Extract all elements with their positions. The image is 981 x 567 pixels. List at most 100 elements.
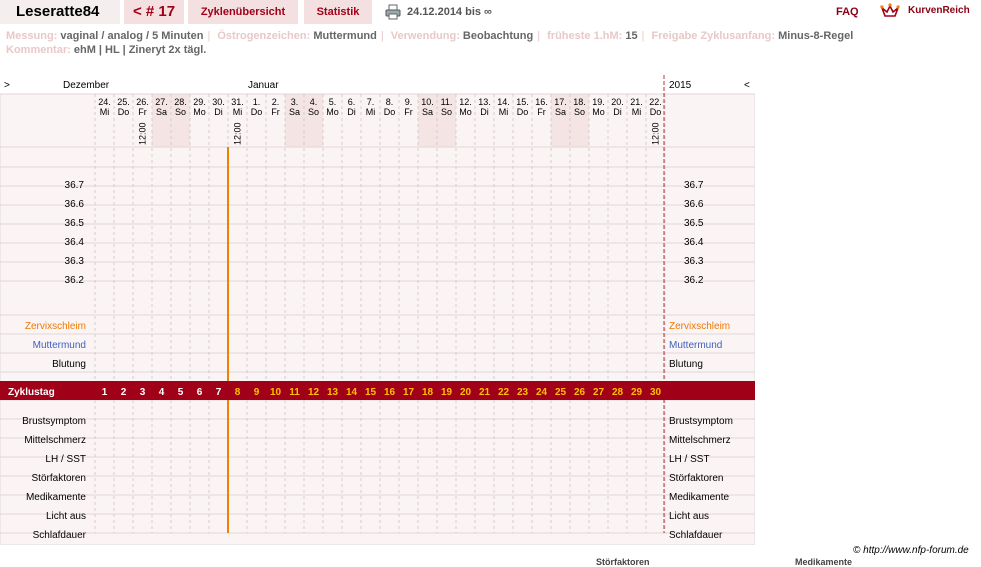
bottom-row-label: Brustsymptom (669, 416, 733, 427)
cycle-day-number: 10 (270, 387, 282, 398)
weekday-label: Fr (138, 107, 147, 117)
cut-label: Medikamente (795, 557, 853, 567)
cycle-day-number: 30 (650, 387, 662, 398)
day-number: 18. (573, 97, 586, 107)
brand-name[interactable]: KurvenReich (908, 0, 970, 23)
cycle-day-number: 2 (121, 387, 127, 398)
day-number: 26. (136, 97, 149, 107)
weekday-label: So (308, 107, 319, 117)
month-bar (0, 75, 755, 94)
day-number: 13. (478, 97, 491, 107)
sign-label: Blutung (669, 359, 703, 370)
temp-label: 36.7 (684, 180, 704, 191)
year-label: 2015 (669, 80, 692, 91)
day-number: 29. (193, 97, 206, 107)
bottom-row-label: LH / SST (45, 454, 86, 465)
day-number: 5. (329, 97, 337, 107)
time-label: 12:00 (138, 122, 148, 145)
cycle-day-number: 14 (346, 387, 358, 398)
cycle-day-number: 27 (593, 387, 605, 398)
day-number: 20. (611, 97, 624, 107)
day-number: 19. (592, 97, 605, 107)
weekday-label: Mo (592, 107, 605, 117)
temp-label: 36.3 (684, 256, 704, 267)
meta-label: früheste 1.hM: (547, 30, 623, 42)
month-label: Dezember (63, 80, 110, 91)
cycle-day-number: 15 (365, 387, 377, 398)
username[interactable]: Leseratte84 (0, 0, 120, 24)
cycle-day-number: 17 (403, 387, 415, 398)
bottom-row-label: Brustsymptom (22, 416, 86, 427)
cycle-day-number: 29 (631, 387, 643, 398)
day-number: 14. (497, 97, 510, 107)
day-number: 16. (535, 97, 548, 107)
weekday-label: Do (384, 107, 396, 117)
bottom-row-label: Mittelschmerz (24, 435, 86, 446)
bottom-row-label: Störfaktoren (669, 473, 723, 484)
cycle-day-number: 6 (197, 387, 203, 398)
printer-icon[interactable] (385, 4, 401, 20)
day-number: 3. (291, 97, 299, 107)
cycle-day-number: 21 (479, 387, 491, 398)
meta-label: Freigabe Zyklusanfang: (651, 30, 776, 42)
meta-value: Muttermund (313, 30, 377, 42)
cycle-nav-button[interactable]: < # 17 (124, 0, 184, 24)
meta-row-2: Kommentar: ehM | HL | Zineryt 2x tägl. (6, 44, 206, 56)
meta-value: Beobachtung (462, 30, 534, 42)
bottom-row-label: Licht aus (669, 511, 709, 522)
bottom-row-label: Schlafdauer (33, 530, 87, 541)
nav-cycles-overview[interactable]: Zyklenübersicht (188, 0, 298, 24)
day-number: 6. (348, 97, 356, 107)
chart-bg (0, 75, 755, 545)
weekday-label: Di (214, 107, 223, 117)
temp-label: 36.2 (65, 275, 85, 286)
cycle-day-number: 26 (574, 387, 586, 398)
time-label: 12:00 (233, 122, 243, 145)
cycle-day-number: 7 (216, 387, 222, 398)
cycle-day-label: Zyklustag (8, 387, 55, 398)
weekday-label: So (441, 107, 452, 117)
weekday-label: Sa (289, 107, 300, 117)
nav-next: < (744, 80, 750, 91)
sign-label: Muttermund (33, 340, 86, 351)
day-number: 28. (174, 97, 187, 107)
top-bar: Leseratte84 < # 17 Zyklenübersicht Stati… (0, 0, 981, 26)
weekday-label: Di (613, 107, 622, 117)
cycle-day-number: 8 (235, 387, 241, 398)
temp-label: 36.7 (65, 180, 85, 191)
nav-prev: > (4, 80, 10, 91)
cycle-day-number: 4 (159, 387, 165, 398)
weekday-label: Do (118, 107, 130, 117)
cycle-day-number: 3 (140, 387, 146, 398)
cycle-chart: > Dezember Januar 2015 <24.Mi25.Do26.Fr12:00… (0, 75, 755, 545)
faq-link[interactable]: FAQ (836, 0, 859, 24)
temp-label: 36.6 (65, 199, 85, 210)
day-number: 22. (649, 97, 662, 107)
day-number: 30. (212, 97, 225, 107)
bottom-row-label: Medikamente (669, 492, 729, 503)
weekday-label: Do (517, 107, 529, 117)
sign-label: Blutung (52, 359, 86, 370)
bottom-row-label: Störfaktoren (32, 473, 86, 484)
nav-statistics[interactable]: Statistik (304, 0, 372, 24)
weekday-label: So (175, 107, 186, 117)
cycle-day-number: 1 (102, 387, 108, 398)
day-number: 25. (117, 97, 130, 107)
weekday-label: Di (480, 107, 489, 117)
day-number: 8. (386, 97, 394, 107)
cycle-day-number: 11 (289, 387, 300, 398)
meta-value: vaginal / analog / 5 Minuten (60, 30, 204, 42)
day-number: 10. (421, 97, 434, 107)
sign-label: Muttermund (669, 340, 722, 351)
cut-label: Störfaktoren (596, 557, 650, 567)
temp-label: 36.2 (684, 275, 704, 286)
weekday-label: Sa (555, 107, 566, 117)
weekday-label: Fr (404, 107, 413, 117)
day-number: 15. (516, 97, 529, 107)
copyright[interactable]: © http://www.nfp-forum.de (853, 545, 969, 556)
weekday-label: Mi (632, 107, 642, 117)
weekday-label: Mo (193, 107, 206, 117)
cycle-day-number: 12 (308, 387, 320, 398)
cycle-day-number: 25 (555, 387, 567, 398)
crown-icon[interactable] (880, 2, 900, 20)
